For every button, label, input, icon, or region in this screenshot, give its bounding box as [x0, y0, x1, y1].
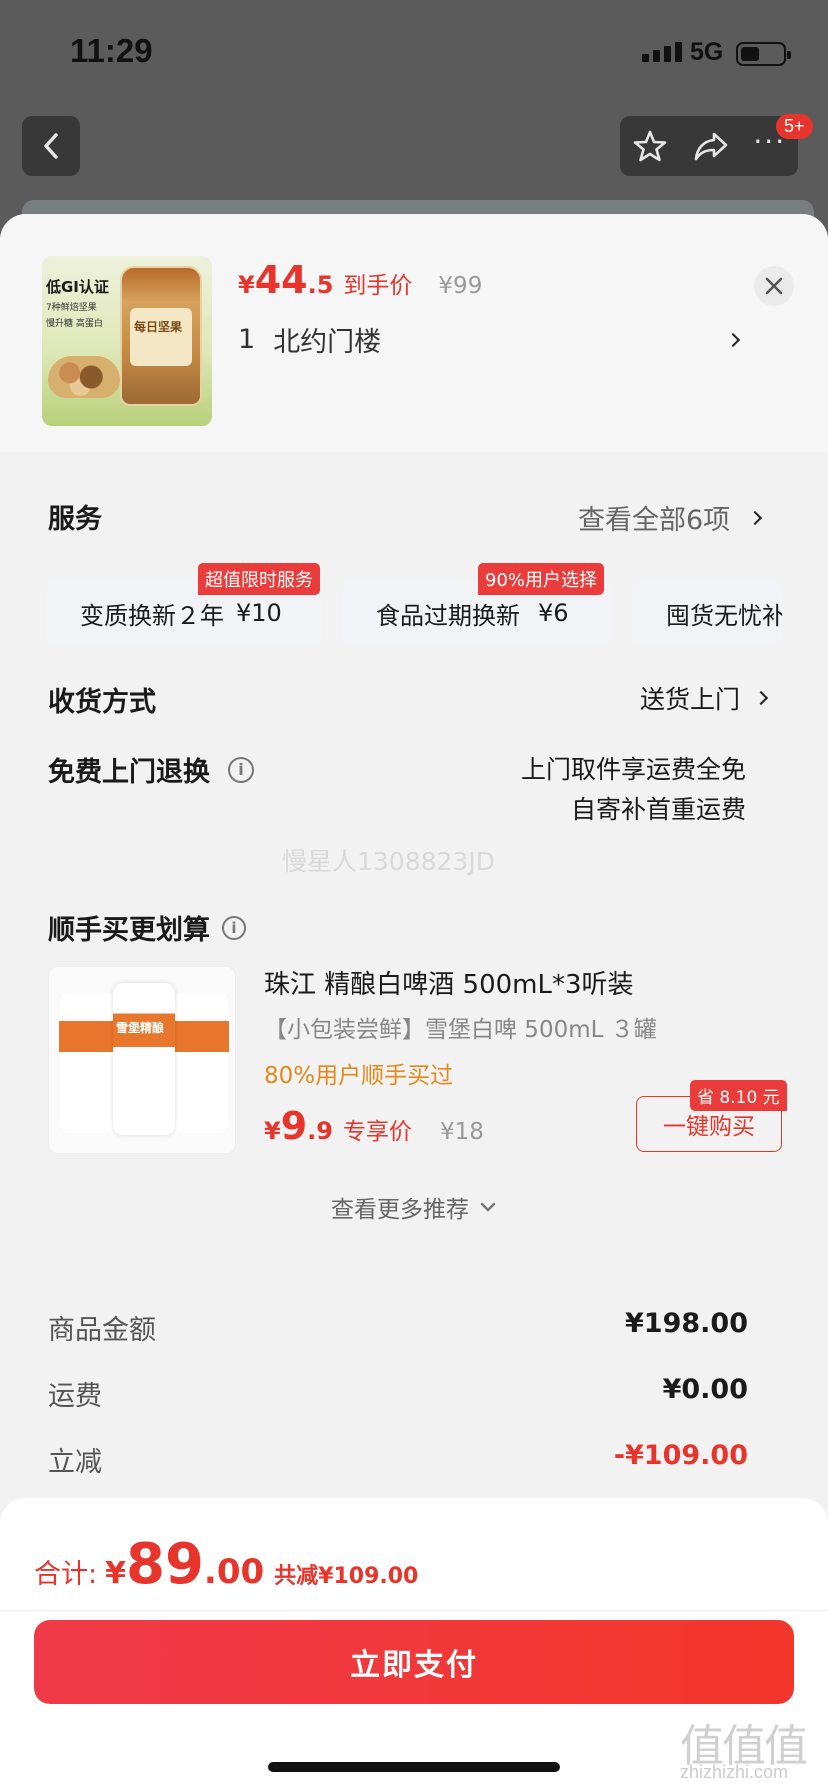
view-all-services[interactable]: 查看全部6项	[578, 498, 763, 537]
quick-buy-label: 一键购买	[663, 1114, 755, 1140]
summary-value: -¥109.00	[613, 1440, 748, 1471]
more-recommend-label: 查看更多推荐	[331, 1197, 469, 1223]
chevron-right-icon	[748, 510, 763, 525]
service-option-price: ¥6	[538, 599, 569, 627]
status-bar: 11:29 5G	[0, 0, 828, 100]
price-symbol: ¥	[238, 271, 255, 299]
product-image: 低GI认证 7种鲜焙坚果 慢升糖 高蛋白 每日坚果	[42, 256, 212, 426]
chevron-right-icon	[725, 332, 741, 347]
pay-now-button[interactable]: 立即支付	[34, 1620, 794, 1704]
battery-icon	[736, 42, 791, 66]
service-option-name: 变质换新２年	[80, 601, 224, 630]
status-time: 11:29	[70, 32, 153, 69]
more-recommend-link[interactable]: 查看更多推荐	[0, 1190, 828, 1224]
summary-label: 商品金额	[48, 1315, 156, 1346]
total-price: 合计: ¥ 89 .00 共减¥109.00	[34, 1532, 418, 1597]
chevron-right-icon	[753, 690, 769, 706]
cart-badge: 5+	[776, 114, 813, 139]
service-option[interactable]: 囤货无忧补	[632, 580, 782, 646]
user-watermark: 慢星人1308823JD	[282, 847, 495, 876]
pay-now-label: 立即支付	[350, 1648, 478, 1683]
price-decimal: .9	[307, 1117, 333, 1145]
site-watermark-url: zhizhizhi.com	[680, 1762, 789, 1782]
service-title: 服务	[48, 504, 102, 535]
price-symbol: ¥	[105, 1556, 126, 1591]
total-saved: 共减¥109.00	[274, 1564, 419, 1589]
close-icon	[765, 277, 783, 295]
quantity: 1	[238, 324, 256, 355]
recommend-item-name[interactable]: 珠江 精酿白啤酒 500mL*3听装	[264, 964, 634, 1001]
free-return-line2: 自寄补首重运费	[570, 795, 746, 824]
product-jar-label: 每日坚果	[134, 320, 183, 334]
product-image-tag: 低GI认证	[46, 278, 109, 296]
price-integer: 44	[254, 258, 308, 302]
info-icon[interactable]: i	[228, 756, 254, 783]
recommend-price: ¥ 9 .9 专享价 ¥18	[264, 1104, 484, 1148]
signal-icon	[642, 42, 682, 62]
info-icon[interactable]: i	[222, 915, 246, 940]
recommend-item-stat: 80%用户顺手买过	[264, 1063, 454, 1089]
address: 北约门楼	[273, 327, 382, 358]
home-indicator	[268, 1762, 560, 1772]
back-button[interactable]	[22, 116, 80, 176]
service-tag: 90%用户选择	[478, 563, 605, 595]
chevron-left-icon	[44, 133, 58, 159]
price-decimal: .00	[203, 1552, 265, 1592]
summary-label: 立减	[48, 1447, 102, 1478]
total-label: 合计:	[34, 1559, 98, 1590]
service-option-name: 食品过期换新	[376, 601, 520, 630]
share-icon[interactable]	[692, 129, 730, 163]
product-price: ¥ 44 .5 到手价 ¥99	[238, 258, 482, 302]
delivery-method[interactable]: 送货上门	[640, 680, 769, 716]
service-option-price: ¥10	[236, 599, 282, 627]
summary-row: 运费 ¥0.00	[48, 1374, 748, 1413]
summary-value: ¥198.00	[625, 1308, 748, 1339]
recommend-title: 顺手买更划算	[48, 915, 210, 946]
beer-can-label: 雪堡精酿	[116, 1021, 165, 1035]
beer-can: 雪堡精酿	[113, 983, 175, 1135]
free-return-line1: 上门取件享运费全免	[520, 755, 746, 784]
price-integer: 9	[280, 1104, 308, 1148]
price-label: 专享价	[342, 1119, 412, 1145]
close-button[interactable]	[754, 266, 794, 306]
service-tag: 超值限时服务	[198, 563, 320, 595]
recommend-image[interactable]: 雪堡精酿	[48, 966, 236, 1154]
view-all-label: 查看全部6项	[578, 505, 731, 536]
recommend-item-subtitle: 【小包装尝鲜】雪堡白啤 500mL ３罐	[264, 1017, 657, 1043]
free-return-title: 免费上门退换	[48, 757, 210, 788]
summary-label: 运费	[48, 1381, 102, 1412]
summary-row: 商品金额 ¥198.00	[48, 1308, 748, 1347]
beer-can	[59, 993, 115, 1133]
product-image-tag: 7种鲜焙坚果	[46, 303, 97, 313]
product-jar: 每日坚果	[120, 266, 202, 406]
original-price: ¥18	[439, 1119, 484, 1145]
price-symbol: ¥	[264, 1117, 281, 1145]
price-label: 到手价	[343, 273, 413, 299]
star-icon[interactable]	[632, 128, 668, 164]
nav-actions: ···	[620, 116, 798, 176]
recommend-header: 顺手买更划算 i	[48, 908, 246, 947]
price-integer: 89	[125, 1532, 204, 1597]
product-image-tag: 慢升糖 高蛋白	[46, 319, 103, 329]
address-row[interactable]: 1 北约门楼	[238, 320, 741, 359]
product-header: 低GI认证 7种鲜焙坚果 慢升糖 高蛋白 每日坚果 ¥ 44 .5 到手价 ¥9…	[0, 214, 828, 452]
delivery-title: 收货方式	[48, 687, 156, 718]
divider	[0, 1610, 828, 1611]
delivery-value: 送货上门	[640, 685, 741, 714]
summary-value: ¥0.00	[662, 1374, 748, 1405]
product-nuts	[48, 356, 120, 398]
save-tag: 省 8.10 元	[690, 1080, 787, 1111]
beer-can	[173, 993, 229, 1133]
summary-row: 立减 -¥109.00	[48, 1440, 748, 1479]
original-price: ¥99	[438, 273, 483, 299]
service-option-name: 囤货无忧补	[666, 601, 782, 630]
price-decimal: .5	[307, 271, 334, 299]
free-return-row: 免费上门退换 i	[48, 750, 254, 789]
chevron-down-icon	[480, 1202, 496, 1212]
network-type: 5G	[690, 38, 724, 66]
